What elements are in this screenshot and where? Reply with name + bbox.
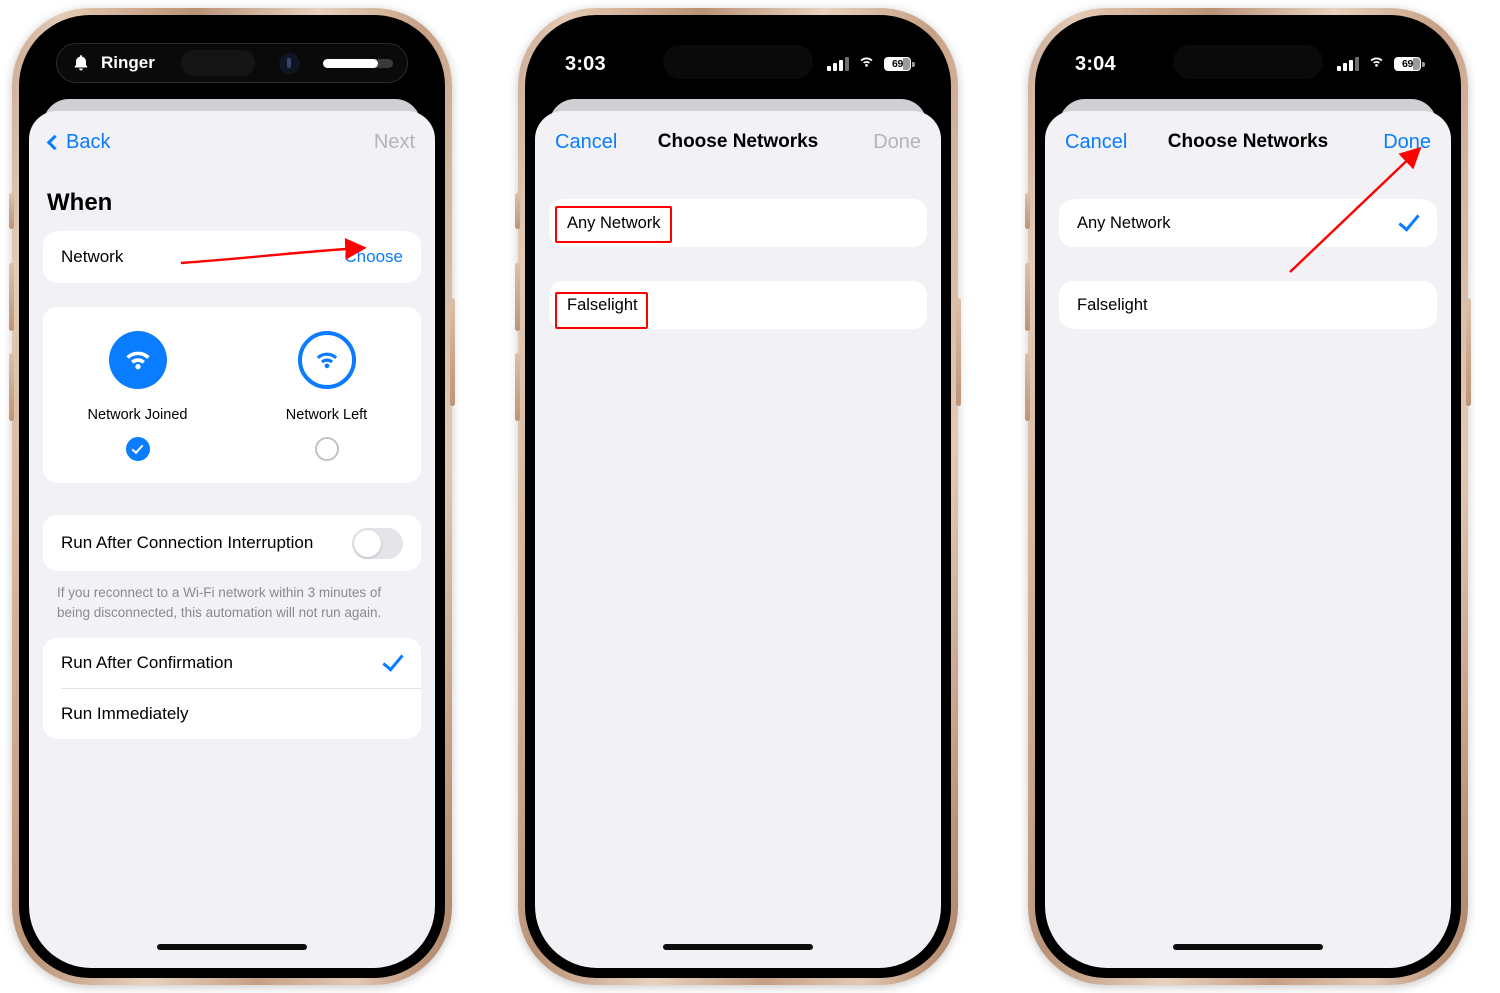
network-list-item-any[interactable]: Any Network [1059,199,1437,247]
network-label: Any Network [1077,213,1171,232]
network-card: Network Choose [43,231,421,283]
trigger-options-card: Network Joined Network Left [43,307,421,483]
status-bar: 3:04 69 [1045,25,1451,97]
network-list-item-any[interactable]: Any Network [549,199,927,247]
screenshot-stage: Ringer Back Next When Network Choose Net… [0,0,1500,993]
battery-level: 69 [1401,58,1414,70]
done-button[interactable]: Done [1383,131,1431,154]
network-label: Falselight [567,295,638,314]
trigger-option-caption: Network Left [285,407,368,423]
action-button[interactable] [9,193,14,229]
network-list-item-falselight[interactable]: Falselight [1059,281,1437,329]
interruption-card: Run After Connection Interruption [43,515,421,571]
run-mode-row-confirmation[interactable]: Run After Confirmation [43,638,421,688]
network-label: Network [61,247,124,266]
choose-button[interactable]: Choose [344,247,403,267]
status-time: 3:03 [565,52,606,75]
action-button[interactable] [515,193,520,229]
phone-choose-networks-selected: 3:04 69 Cancel Choose Networks Done Any … [1025,8,1471,985]
home-indicator [157,944,307,950]
battery-icon: 69 [884,57,915,71]
run-mode-label: Run After Confirmation [61,653,233,673]
status-indicators: 69 [827,54,915,74]
run-mode-label: Run Immediately [61,704,189,724]
cancel-button[interactable]: Cancel [1065,131,1127,154]
sheet-body: Any Network Falselight [535,173,941,329]
volume-down-button[interactable] [9,353,14,421]
cellular-bars-icon [1337,57,1359,71]
home-indicator [1173,944,1323,950]
cancel-button[interactable]: Cancel [555,131,617,154]
dynamic-island-ringer[interactable]: Ringer [56,43,408,83]
phone-screen: 3:03 69 Cancel Choose Networks Done Any … [535,25,941,968]
battery-level: 69 [891,58,904,70]
volume-slider[interactable] [322,58,393,68]
chevron-left-icon [46,134,63,150]
wifi-icon [297,331,356,389]
run-mode-row-immediately[interactable]: Run Immediately [43,689,421,739]
navigation-bar: Back Next [29,111,435,173]
interruption-label: Run After Connection Interruption [61,533,314,552]
volume-up-button[interactable] [515,263,520,331]
next-button[interactable]: Next [374,131,415,154]
trigger-option-network-joined[interactable]: Network Joined [43,331,232,461]
navigation-bar: Cancel Choose Networks Done [1045,111,1451,173]
power-button[interactable] [1466,298,1471,406]
network-label: Any Network [567,213,661,232]
dynamic-island [1173,45,1323,79]
radio-selected-icon[interactable] [125,437,150,461]
battery-icon: 69 [1394,57,1425,71]
interruption-footnote: If you reconnect to a Wi‑Fi network with… [57,585,382,620]
wifi-icon [857,54,876,74]
volume-down-button[interactable] [1025,353,1030,421]
section-title-when: When [47,189,113,216]
status-bar: 3:03 69 [535,25,941,97]
network-list-item-falselight[interactable]: Falselight [549,281,927,329]
volume-up-button[interactable] [1025,263,1030,331]
island-pill [180,50,255,76]
wifi-icon [108,331,167,389]
trigger-option-network-left[interactable]: Network Left [232,331,421,461]
network-label: Falselight [1077,295,1148,314]
interruption-toggle[interactable] [352,527,403,559]
cancel-label: Cancel [1065,130,1128,153]
run-mode-card: Run After Confirmation Run Immediately [43,638,421,740]
phone-choose-networks-empty: 3:03 69 Cancel Choose Networks Done Any … [515,8,961,985]
navigation-bar: Cancel Choose Networks Done [535,111,941,173]
island-sensor-icon [278,52,300,74]
sheet-body: When Network Choose Network Joined Netwo… [29,189,435,740]
sheet-body: Any Network Falselight [1045,173,1451,329]
phone-automation-when: Ringer Back Next When Network Choose Net… [9,8,455,985]
interruption-row: Run After Connection Interruption [43,515,421,571]
action-button[interactable] [1025,193,1030,229]
power-button[interactable] [450,298,455,406]
volume-up-button[interactable] [9,263,14,331]
bell-icon [71,53,91,73]
island-label: Ringer [101,53,155,72]
checkmark-icon [1398,209,1420,232]
modal-sheet: Cancel Choose Networks Done Any Network … [535,111,941,968]
modal-sheet: Back Next When Network Choose Network Jo… [29,111,435,968]
checkmark-icon [382,649,404,672]
trigger-option-caption: Network Joined [87,407,188,423]
dynamic-island [663,45,813,79]
network-row[interactable]: Network Choose [43,231,421,283]
power-button[interactable] [956,298,961,406]
wifi-icon [1367,54,1386,74]
back-label: Back [66,130,111,153]
phone-screen: 3:04 69 Cancel Choose Networks Done Any … [1045,25,1451,968]
volume-down-button[interactable] [515,353,520,421]
cellular-bars-icon [827,57,849,71]
phone-screen: Ringer Back Next When Network Choose Net… [29,25,435,968]
done-button[interactable]: Done [873,131,921,154]
back-button[interactable]: Back [46,130,111,154]
modal-sheet: Cancel Choose Networks Done Any Network … [1045,111,1451,968]
cancel-label: Cancel [555,130,618,153]
radio-unselected-icon[interactable] [314,437,339,461]
status-bar: Ringer [29,25,435,97]
home-indicator [663,944,813,950]
status-time: 3:04 [1075,52,1116,75]
status-indicators: 69 [1337,54,1425,74]
